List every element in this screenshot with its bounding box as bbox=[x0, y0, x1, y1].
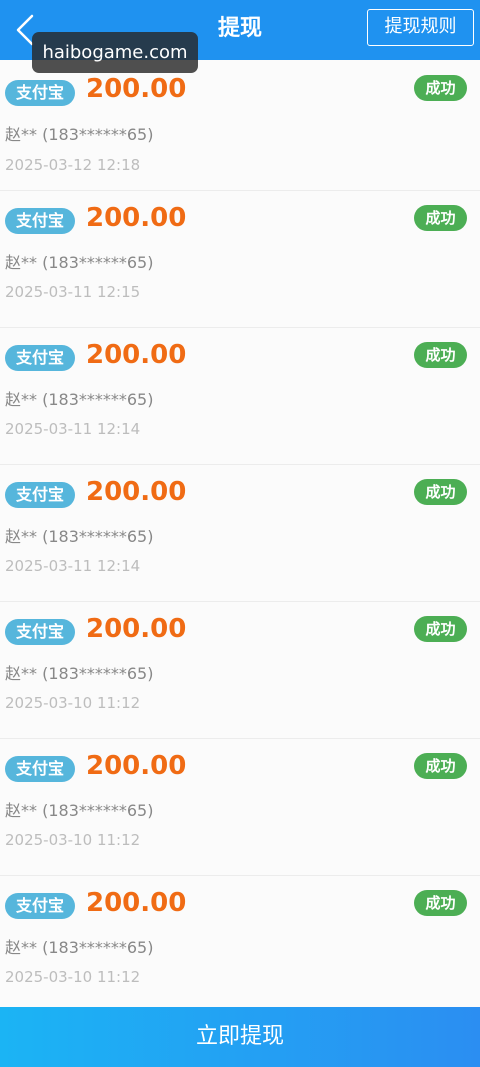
list-item[interactable]: 支付宝 200.00 成功 赵** (183******65) 2025-03-… bbox=[0, 328, 480, 465]
account-info: 赵** (183******65) bbox=[5, 125, 154, 144]
timestamp: 2025-03-11 12:14 bbox=[5, 420, 141, 438]
status-badge: 成功 bbox=[414, 890, 467, 916]
amount: 200.00 bbox=[86, 340, 187, 370]
list-item[interactable]: 支付宝 200.00 成功 赵** (183******65) 2025-03-… bbox=[0, 191, 480, 328]
channel-badge: 支付宝 bbox=[5, 482, 75, 508]
status-badge: 成功 bbox=[414, 753, 467, 779]
list-item[interactable]: 支付宝 200.00 成功 赵** (183******65) 2025-03-… bbox=[0, 602, 480, 739]
status-badge: 成功 bbox=[414, 205, 467, 231]
channel-badge: 支付宝 bbox=[5, 345, 75, 371]
amount: 200.00 bbox=[86, 614, 187, 644]
amount: 200.00 bbox=[86, 74, 187, 104]
list-item[interactable]: 支付宝 200.00 成功 赵** (183******65) 2025-03-… bbox=[0, 60, 480, 191]
withdraw-record-list: 支付宝 200.00 成功 赵** (183******65) 2025-03-… bbox=[0, 60, 480, 1007]
withdraw-rules-button[interactable]: 提现规则 bbox=[367, 9, 474, 46]
list-item[interactable]: 支付宝 200.00 成功 赵** (183******65) 2025-03-… bbox=[0, 739, 480, 876]
amount: 200.00 bbox=[86, 203, 187, 233]
account-info: 赵** (183******65) bbox=[5, 801, 154, 820]
timestamp: 2025-03-10 11:12 bbox=[5, 694, 141, 712]
status-badge: 成功 bbox=[414, 616, 467, 642]
account-info: 赵** (183******65) bbox=[5, 527, 154, 546]
channel-badge: 支付宝 bbox=[5, 208, 75, 234]
withdraw-now-button[interactable]: 立即提现 bbox=[0, 1007, 480, 1067]
account-info: 赵** (183******65) bbox=[5, 938, 154, 957]
channel-badge: 支付宝 bbox=[5, 756, 75, 782]
timestamp: 2025-03-11 12:15 bbox=[5, 283, 141, 301]
status-badge: 成功 bbox=[414, 75, 467, 101]
status-badge: 成功 bbox=[414, 479, 467, 505]
status-badge: 成功 bbox=[414, 342, 467, 368]
channel-badge: 支付宝 bbox=[5, 80, 75, 106]
timestamp: 2025-03-11 12:14 bbox=[5, 557, 141, 575]
watermark: haibogame.com bbox=[32, 32, 198, 73]
channel-badge: 支付宝 bbox=[5, 619, 75, 645]
list-item[interactable]: 支付宝 200.00 成功 赵** (183******65) 2025-03-… bbox=[0, 465, 480, 602]
account-info: 赵** (183******65) bbox=[5, 664, 154, 683]
timestamp: 2025-03-10 11:12 bbox=[5, 968, 141, 986]
timestamp: 2025-03-12 12:18 bbox=[5, 156, 141, 174]
timestamp: 2025-03-10 11:12 bbox=[5, 831, 141, 849]
amount: 200.00 bbox=[86, 888, 187, 918]
channel-badge: 支付宝 bbox=[5, 893, 75, 919]
amount: 200.00 bbox=[86, 477, 187, 507]
list-item[interactable]: 支付宝 200.00 成功 赵** (183******65) 2025-03-… bbox=[0, 876, 480, 1007]
amount: 200.00 bbox=[86, 751, 187, 781]
account-info: 赵** (183******65) bbox=[5, 390, 154, 409]
account-info: 赵** (183******65) bbox=[5, 253, 154, 272]
